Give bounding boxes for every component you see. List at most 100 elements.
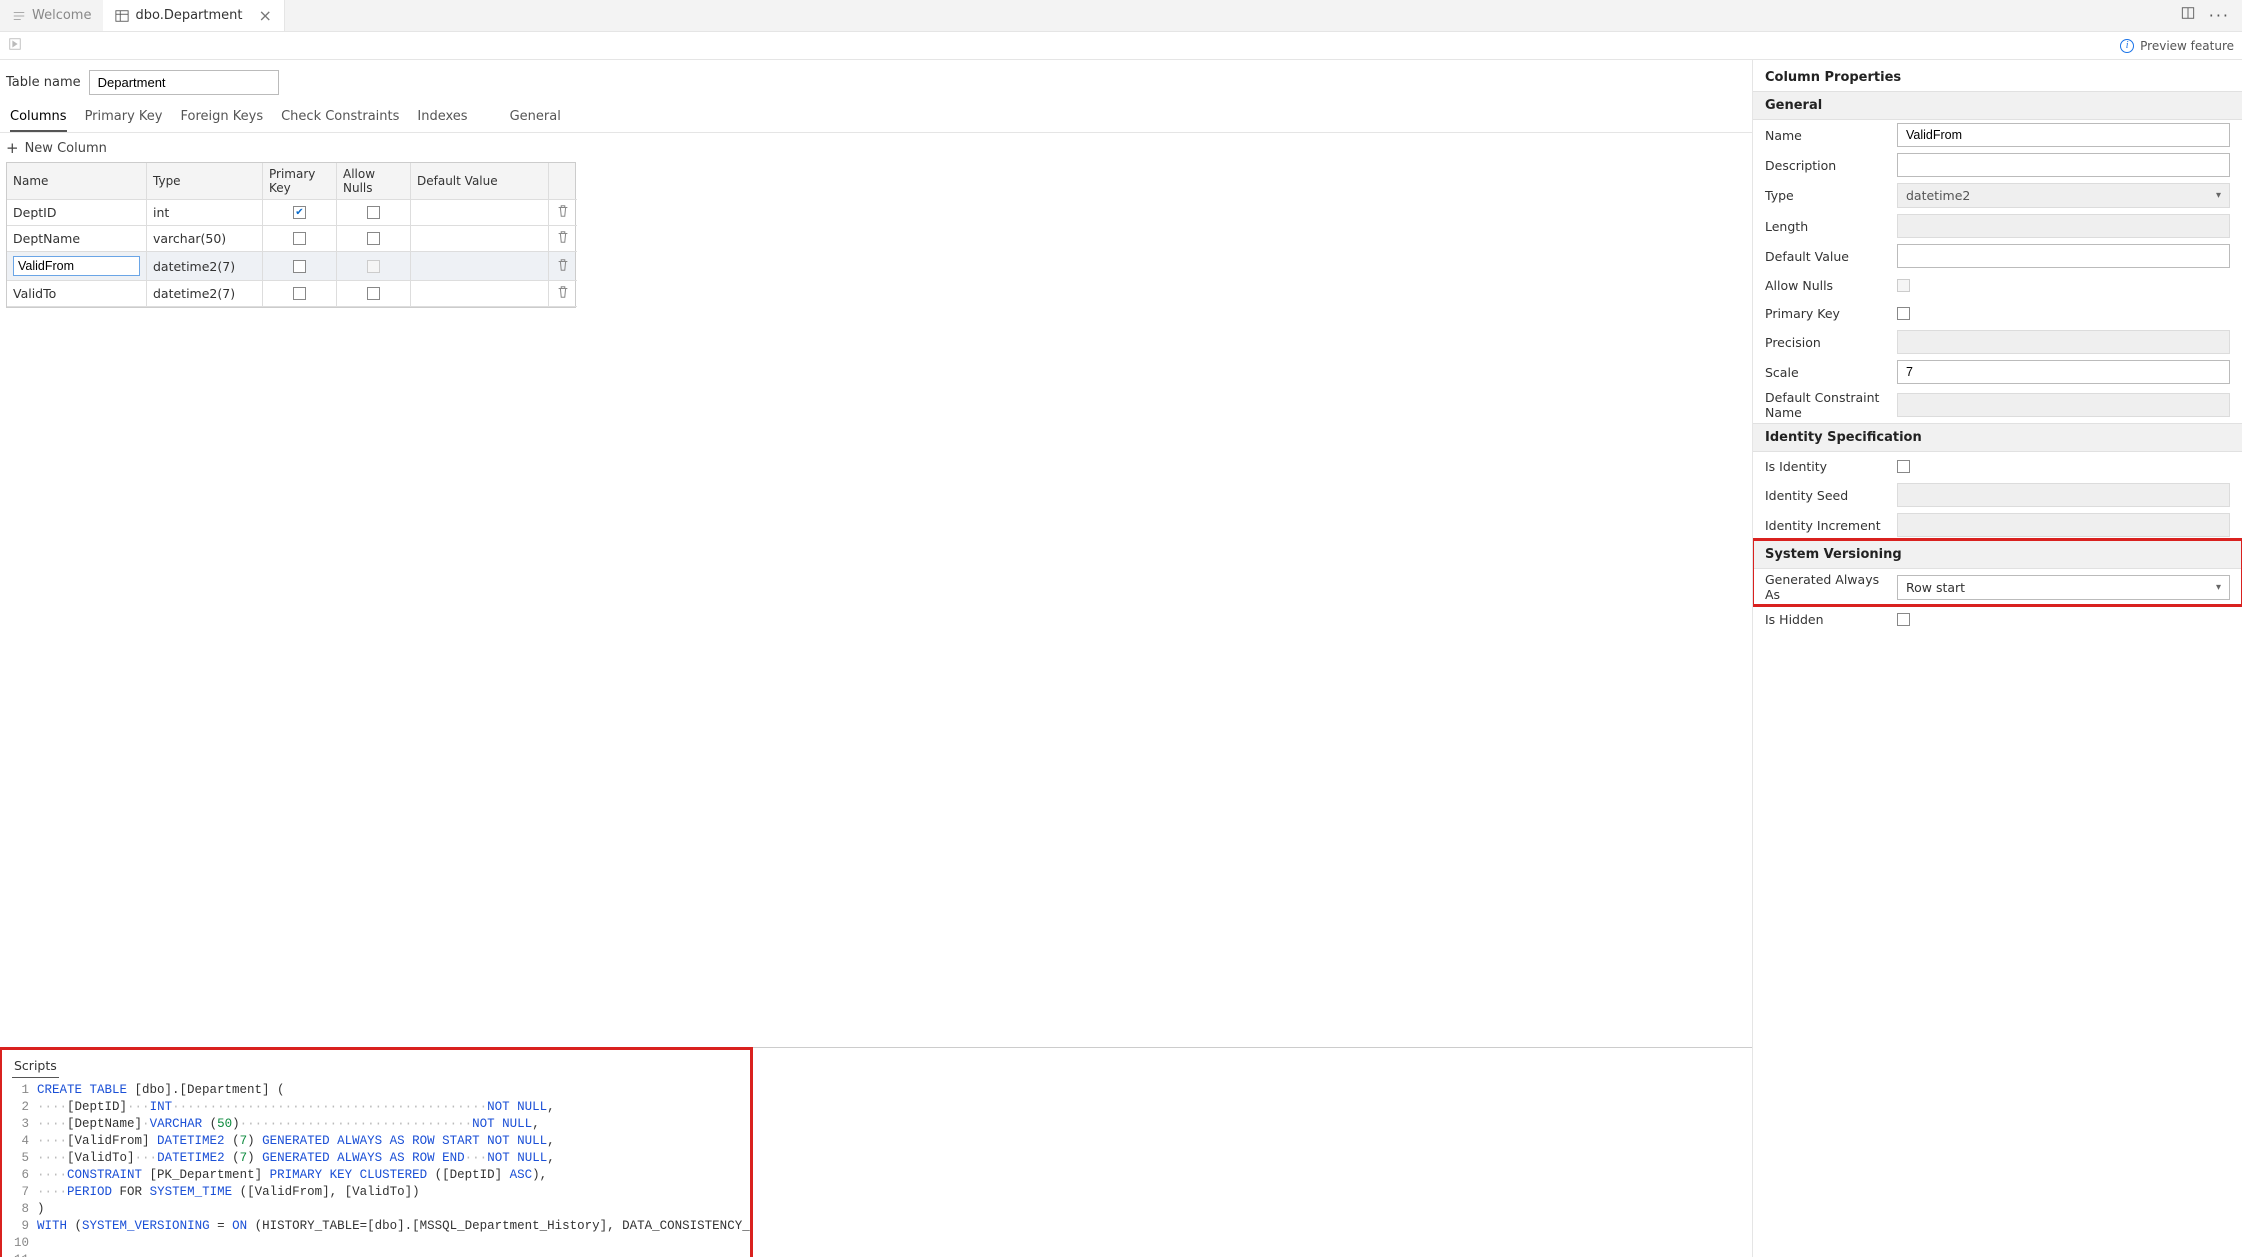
prop-pk-checkbox[interactable] [1897, 307, 1910, 320]
prop-name-input[interactable] [1897, 123, 2230, 147]
panel-title: Column Properties [1753, 60, 2242, 91]
table-name-row: Table name [0, 60, 1752, 103]
tab-dbo-department[interactable]: dbo.Department × [103, 0, 284, 31]
prop-length-input [1897, 214, 2230, 238]
default-value-cell[interactable] [411, 252, 549, 281]
allow-nulls-checkbox [367, 260, 380, 273]
section-general: General [1753, 91, 2242, 120]
pk-checkbox[interactable] [293, 287, 306, 300]
scripts-tab[interactable]: Scripts [12, 1054, 59, 1078]
table-row[interactable]: datetime2(7) [7, 252, 575, 281]
tab-foreign-keys[interactable]: Foreign Keys [181, 103, 264, 132]
prop-hidden-label: Is Hidden [1765, 612, 1893, 627]
trash-icon[interactable] [556, 285, 570, 302]
prop-default-label: Default Value [1765, 249, 1893, 264]
plus-icon: + [6, 141, 19, 156]
section-identity: Identity Specification [1753, 423, 2242, 452]
tab-check-constraints[interactable]: Check Constraints [281, 103, 399, 132]
prop-type-label: Type [1765, 188, 1893, 203]
tab-columns[interactable]: Columns [10, 103, 67, 132]
welcome-icon [12, 9, 26, 23]
run-icon[interactable] [8, 37, 22, 54]
default-value-cell[interactable] [411, 226, 549, 252]
column-name-cell[interactable]: ValidTo [7, 281, 147, 307]
allow-nulls-checkbox[interactable] [367, 206, 380, 219]
pk-checkbox[interactable] [293, 206, 306, 219]
tab-general[interactable]: General [510, 103, 561, 132]
preview-feature-label: Preview feature [2140, 39, 2234, 53]
prop-name-label: Name [1765, 128, 1893, 143]
prop-precision-label: Precision [1765, 335, 1893, 350]
column-type-cell[interactable]: int [147, 200, 263, 226]
header-default: Default Value [411, 163, 549, 200]
scripts-editor[interactable]: 1234567891011 CREATE TABLE [dbo].[Depart… [0, 1078, 752, 1257]
table-row[interactable]: DeptNamevarchar(50) [7, 226, 575, 252]
tab-label: Welcome [32, 8, 91, 23]
prop-scale-label: Scale [1765, 365, 1893, 380]
column-properties-panel: Column Properties General Name Descripti… [1752, 60, 2242, 1257]
header-type: Type [147, 163, 263, 200]
table-name-label: Table name [6, 75, 81, 90]
toolbar-row: i Preview feature [0, 32, 2242, 60]
prop-allow-nulls-checkbox [1897, 279, 1910, 292]
column-name-input[interactable] [13, 256, 140, 276]
trash-icon[interactable] [556, 230, 570, 247]
column-type-cell[interactable]: varchar(50) [147, 226, 263, 252]
prop-default-input[interactable] [1897, 244, 2230, 268]
allow-nulls-checkbox[interactable] [367, 232, 380, 245]
table-icon [115, 9, 129, 23]
editor-tabs-bar: Welcome dbo.Department × ··· [0, 0, 2242, 32]
designer-tabs: Columns Primary Key Foreign Keys Check C… [0, 103, 1752, 133]
tab-label: dbo.Department [135, 8, 242, 23]
tab-welcome[interactable]: Welcome [0, 0, 103, 31]
prop-seed-input [1897, 483, 2230, 507]
column-name-cell[interactable]: DeptName [7, 226, 147, 252]
table-row[interactable]: DeptIDint [7, 200, 575, 226]
section-versioning: System Versioning [1753, 540, 2242, 569]
table-row[interactable]: ValidTodatetime2(7) [7, 281, 575, 307]
new-column-button[interactable]: + New Column [0, 133, 1752, 162]
prop-type-select[interactable]: datetime2 ▾ [1897, 183, 2230, 208]
header-name: Name [7, 163, 147, 200]
prop-gaa-label: Generated Always As [1765, 572, 1893, 602]
columns-table: Name Type Primary Key Allow Nulls Defaul… [6, 162, 576, 308]
prop-hidden-checkbox[interactable] [1897, 613, 1910, 626]
pk-checkbox[interactable] [293, 260, 306, 273]
prop-is-identity-checkbox[interactable] [1897, 460, 1910, 473]
prop-scale-input[interactable] [1897, 360, 2230, 384]
prop-gaa-select[interactable]: Row start ▾ [1897, 575, 2230, 600]
prop-dcn-label: Default Constraint Name [1765, 390, 1893, 420]
info-icon: i [2120, 39, 2134, 53]
prop-pk-label: Primary Key [1765, 306, 1893, 321]
split-editor-icon[interactable] [2181, 6, 2195, 25]
prop-seed-label: Identity Seed [1765, 488, 1893, 503]
default-value-cell[interactable] [411, 200, 549, 226]
prop-length-label: Length [1765, 219, 1893, 234]
more-icon[interactable]: ··· [2209, 6, 2230, 25]
prop-is-identity-label: Is Identity [1765, 459, 1893, 474]
close-icon[interactable]: × [259, 8, 272, 24]
chevron-down-icon: ▾ [2216, 582, 2221, 593]
header-pk: Primary Key [263, 163, 337, 200]
allow-nulls-checkbox[interactable] [367, 287, 380, 300]
prop-precision-input [1897, 330, 2230, 354]
column-name-cell[interactable]: DeptID [7, 200, 147, 226]
prop-dcn-input [1897, 393, 2230, 417]
default-value-cell[interactable] [411, 281, 549, 307]
column-type-cell[interactable]: datetime2(7) [147, 252, 263, 281]
tab-primary-key[interactable]: Primary Key [85, 103, 163, 132]
prop-description-input[interactable] [1897, 153, 2230, 177]
column-type-cell[interactable]: datetime2(7) [147, 281, 263, 307]
prop-increment-input [1897, 513, 2230, 537]
pk-checkbox[interactable] [293, 232, 306, 245]
header-actions [549, 163, 577, 200]
new-column-label: New Column [25, 141, 107, 156]
table-name-input[interactable] [89, 70, 279, 95]
trash-icon[interactable] [556, 258, 570, 275]
prop-description-label: Description [1765, 158, 1893, 173]
header-allow-nulls: Allow Nulls [337, 163, 411, 200]
prop-allow-nulls-label: Allow Nulls [1765, 278, 1893, 293]
tab-indexes[interactable]: Indexes [417, 103, 467, 132]
trash-icon[interactable] [556, 204, 570, 221]
chevron-down-icon: ▾ [2216, 190, 2221, 201]
